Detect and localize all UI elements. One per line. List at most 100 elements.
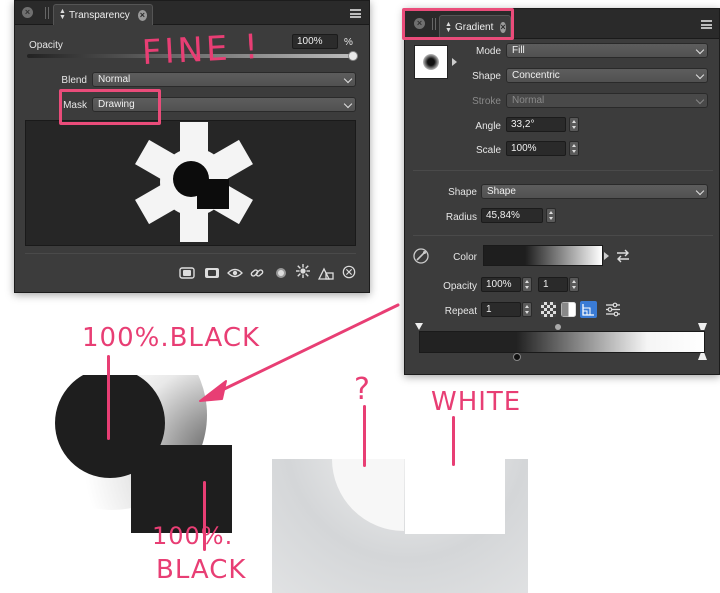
tab-transparency[interactable]: ▲ ▼ Transparency × [53,4,153,25]
tab-updown-icon: ▲ ▼ [59,8,66,21]
close-panel-icon[interactable]: × [22,7,33,18]
blend-select[interactable]: Normal [92,72,356,87]
color-label: Color [453,252,477,263]
gradient-bar-bottom-row [419,352,707,364]
thumbnail-arrow-icon[interactable] [452,58,457,66]
annotation-line-question [363,405,366,467]
tab-transparency-label: Transparency [69,9,130,21]
result-render-right [272,459,528,593]
mask-highlight-box [59,89,161,125]
gradient-midpoint-icon[interactable] [555,324,561,330]
delete-icon[interactable] [341,265,357,279]
shape2-label: Shape [448,187,477,198]
gradient-stop-marker-icon[interactable] [513,353,521,361]
transparency-tabbar: × ▲ ▼ Transparency × [15,1,369,25]
chevron-down-icon [695,95,705,105]
color-gradient-swatch[interactable] [483,245,603,266]
mask-invert-icon[interactable] [204,266,220,280]
stroke-value: Normal [512,95,545,106]
scale-stepper[interactable] [569,141,579,156]
annotation-line-black-bottom [203,481,206,551]
section-divider [413,235,713,236]
scale-label: Scale [475,145,501,156]
opacity-input[interactable]: 100% [292,34,338,49]
grip-icon[interactable] [45,7,49,19]
opacity-unit: % [344,37,353,48]
blend-value: Normal [98,74,131,85]
blend-label: Blend [61,75,87,86]
annotation-question: ? [354,372,371,407]
annotation-fine: FINE ! [141,26,262,74]
section-divider [413,170,713,171]
mode-select[interactable]: Fill [506,43,708,58]
shape-select[interactable]: Concentric [506,68,708,83]
gradient-stop-start-icon[interactable] [415,323,423,330]
annotation-black-top: 100%.BLACK [82,323,261,353]
opacity-step-stepper[interactable] [569,277,579,292]
annotation-black-bottom-2: BLACK [156,555,247,585]
right-white-square [405,459,505,534]
chevron-down-icon [695,186,705,196]
gradient-stop-end-bottom-icon[interactable] [698,353,707,360]
tab-close-icon[interactable]: × [137,9,147,21]
chevron-down-icon [695,70,705,80]
stroke-select: Normal [506,93,708,108]
scale-input[interactable]: 100% [506,141,566,156]
snap-grid-icon[interactable] [580,301,597,318]
panel-menu-icon[interactable] [701,20,712,29]
mask-to-below-icon[interactable] [179,266,195,280]
radius-input[interactable]: 45,84% [481,208,543,223]
half-swatch-icon[interactable] [561,302,576,317]
shape2-select[interactable]: Shape [481,184,708,199]
angle-stepper[interactable] [569,117,579,132]
annotation-line-black-top [107,355,110,440]
shapes-icon[interactable] [318,266,334,280]
shape-label: Shape [472,71,501,82]
annotation-black-bottom-1: 100%. [152,522,234,550]
radius-label: Radius [445,212,477,223]
annotation-line-white [452,416,455,466]
opacity-step-input[interactable]: 1 [538,277,568,292]
eye-icon[interactable] [227,266,243,280]
gradient-opacity-stepper[interactable] [522,277,532,292]
chevron-down-icon [695,45,705,55]
preview-shapes [135,122,253,242]
shape-value: Concentric [512,70,560,81]
repeat-label: Repeat [444,306,477,317]
sliders-settings-icon[interactable] [605,302,621,317]
left-black-square [131,445,232,533]
annotation-white: WHITE [431,387,522,417]
repeat-input[interactable]: 1 [481,302,521,317]
chevron-down-icon [343,99,353,109]
chevron-down-icon [343,74,353,84]
gradient-panel: × ▲ ▼ Gradient × Mode Fill Shape Concentr… [404,8,720,375]
gradient-opacity-input[interactable]: 100% [481,277,521,292]
toolbar-divider [25,253,356,254]
opacity-slider-handle[interactable] [348,51,358,61]
mode-label: Mode [475,46,501,57]
angle-input[interactable]: 33,2° [506,117,566,132]
link-icon[interactable] [249,266,265,280]
repeat-stepper[interactable] [522,302,532,317]
opacity-label: Opacity [29,40,63,51]
shape2-value: Shape [487,186,516,197]
gradient-thumbnail[interactable] [414,45,448,79]
panel-menu-icon[interactable] [350,9,361,18]
gradient-bar[interactable] [419,331,705,353]
thumbnail-dot [423,54,439,70]
feather-edge-icon[interactable] [273,266,289,280]
gradient-opacity-label: Opacity [443,281,477,292]
mode-value: Fill [512,45,525,56]
adjustment-star-icon[interactable] [295,264,311,278]
gradient-stop-end-icon[interactable] [698,323,707,330]
gradient-tab-highlight-box [402,8,514,40]
preview-square [197,179,229,209]
checkerboard-icon[interactable] [541,302,556,317]
color-swatch-arrow-icon[interactable] [604,252,609,260]
swap-arrows-icon[interactable] [615,249,631,263]
result-render-right-art [272,459,528,593]
radius-stepper[interactable] [546,208,556,223]
angle-label: Angle [475,121,501,132]
stroke-label: Stroke [472,96,501,107]
mask-preview [25,120,356,246]
